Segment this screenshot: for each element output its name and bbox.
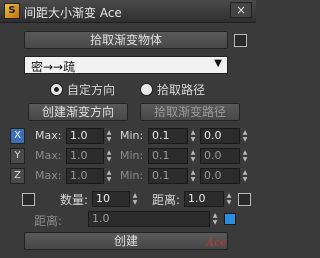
spinner-icon[interactable]: ▲ ▼ (225, 192, 233, 206)
spinner-icon[interactable]: ▲ ▼ (105, 129, 113, 143)
spinner-icon[interactable]: ▲ ▼ (189, 149, 197, 163)
x-max-field[interactable]: 1.0 (66, 128, 104, 144)
spinner-icon[interactable]: ▲ ▼ (189, 129, 197, 143)
distance-field[interactable]: 1.0 (184, 191, 224, 207)
chevron-down-icon: ▼ (214, 58, 222, 69)
pick-path-button[interactable]: 拾取渐变路径 (140, 103, 240, 121)
watermark-logo: Ace (206, 236, 227, 249)
radio-off-icon (140, 83, 153, 96)
spinner-icon[interactable]: ▲ ▼ (189, 169, 197, 183)
spinner-icon[interactable]: ▲ ▼ (105, 169, 113, 183)
title-bar: S 间距大小渐变 Ace × (0, 0, 256, 23)
max-label: Max: (35, 129, 62, 142)
dropdown-value: 密→→疏 (31, 60, 76, 74)
gradient-mode-dropdown[interactable]: 密→→疏 ▼ (24, 56, 228, 74)
axis-x-toggle[interactable]: X (10, 128, 25, 144)
axis-y-toggle[interactable]: Y (10, 148, 25, 164)
z-max-field[interactable]: 1.0 (66, 168, 104, 184)
count-checkbox[interactable] (22, 193, 35, 206)
pick-object-checkbox[interactable] (234, 34, 247, 47)
x-extra-field[interactable]: 0.0 (200, 128, 240, 144)
z-min-field[interactable]: 0.1 (148, 168, 188, 184)
min-label: Min: (120, 129, 144, 142)
count-label: 数量: (60, 193, 89, 207)
radio-label: 拾取路径 (157, 83, 206, 97)
radio-custom-direction[interactable]: 自定方向 (50, 81, 115, 97)
distance-label: 距离: (152, 193, 181, 207)
spinner-icon[interactable]: ▲ ▼ (211, 212, 219, 226)
distance-checkbox[interactable] (238, 193, 251, 206)
create-button[interactable]: 创建 (24, 232, 228, 250)
z-extra-field[interactable]: 0.0 (200, 168, 240, 184)
min-label: Min: (120, 149, 144, 162)
axis-z-toggle[interactable]: Z (10, 168, 25, 184)
close-button[interactable]: × (230, 2, 252, 18)
script-icon: S (4, 3, 20, 19)
pick-gradient-object-button[interactable]: 拾取渐变物体 (24, 31, 228, 49)
window-title: 间距大小渐变 Ace (24, 6, 122, 20)
spinner-icon[interactable]: ▲ ▼ (131, 192, 139, 206)
spinner-icon[interactable]: ▲ ▼ (241, 129, 249, 143)
x-min-field[interactable]: 0.1 (148, 128, 188, 144)
color-swatch[interactable] (224, 213, 236, 225)
count-field[interactable]: 10 (92, 191, 130, 207)
min-label: Min: (120, 169, 144, 182)
max-label: Max: (35, 169, 62, 182)
y-min-field[interactable]: 0.1 (148, 148, 188, 164)
radio-label: 自定方向 (67, 83, 116, 97)
y-extra-field[interactable]: 0.0 (200, 148, 240, 164)
max-label: Max: (35, 149, 62, 162)
spinner-icon[interactable]: ▲ ▼ (241, 169, 249, 183)
radio-on-icon (50, 83, 63, 96)
distance2-field[interactable]: 1.0 (88, 211, 210, 227)
spinner-icon[interactable]: ▲ ▼ (241, 149, 249, 163)
radio-pick-path[interactable]: 拾取路径 (140, 81, 205, 97)
create-direction-button[interactable]: 创建渐变方向 (28, 103, 128, 121)
distance2-label: 距离: (34, 214, 63, 228)
y-max-field[interactable]: 1.0 (66, 148, 104, 164)
spinner-icon[interactable]: ▲ ▼ (105, 149, 113, 163)
